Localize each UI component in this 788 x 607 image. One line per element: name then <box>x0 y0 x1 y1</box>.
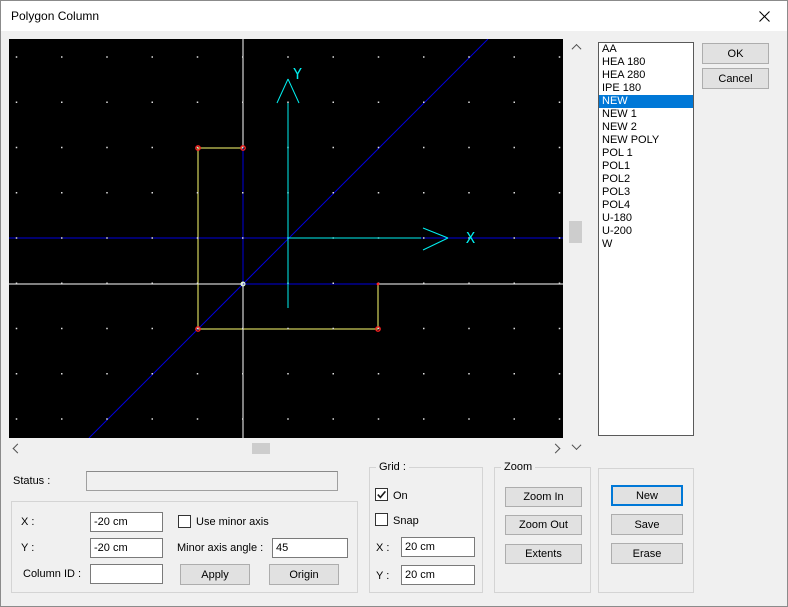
vertical-scroll-thumb[interactable] <box>569 221 582 243</box>
use-minor-axis-checkbox[interactable] <box>178 515 191 528</box>
grid-on-checkbox[interactable] <box>375 488 388 501</box>
listbox-item[interactable]: HEA 180 <box>599 56 693 69</box>
listbox-item[interactable]: NEW POLY <box>599 134 693 147</box>
listbox-item[interactable]: POL2 <box>599 173 693 186</box>
erase-button[interactable]: Erase <box>611 543 683 564</box>
grid-group: Grid : On Snap X : Y : <box>369 467 483 593</box>
close-icon <box>759 11 770 22</box>
scroll-left-button[interactable] <box>9 441 25 456</box>
new-button[interactable]: New <box>611 485 683 506</box>
scroll-down-button[interactable] <box>567 438 585 454</box>
y-label: Y : <box>21 542 34 554</box>
listbox-item[interactable]: POL1 <box>599 160 693 173</box>
window-title: Polygon Column <box>11 9 99 23</box>
status-label: Status : <box>13 475 50 487</box>
x-label: X : <box>21 516 34 528</box>
chevron-up-icon <box>571 43 581 53</box>
extents-button[interactable]: Extents <box>505 544 582 564</box>
section-listbox[interactable]: AAHEA 180HEA 280IPE 180NEWNEW 1NEW 2NEW … <box>598 42 694 436</box>
zoom-out-button[interactable]: Zoom Out <box>505 515 582 535</box>
polygon-section-drawing: XY <box>9 39 563 438</box>
listbox-item[interactable]: IPE 180 <box>599 82 693 95</box>
zoom-group: Zoom Zoom In Zoom Out Extents <box>494 467 591 593</box>
listbox-item[interactable]: POL 1 <box>599 147 693 160</box>
listbox-item[interactable]: NEW 2 <box>599 121 693 134</box>
listbox-item[interactable]: NEW <box>599 95 693 108</box>
close-button[interactable] <box>741 1 787 31</box>
ok-button[interactable]: OK <box>702 43 769 64</box>
listbox-item[interactable]: W <box>599 238 693 251</box>
chevron-down-icon <box>571 440 581 450</box>
listbox-item[interactable]: POL3 <box>599 186 693 199</box>
listbox-item[interactable]: NEW 1 <box>599 108 693 121</box>
scroll-right-button[interactable] <box>547 441 563 456</box>
cancel-button[interactable]: Cancel <box>702 68 769 89</box>
listbox-item[interactable]: AA <box>599 43 693 56</box>
grid-y-input[interactable] <box>401 565 475 585</box>
drawing-canvas[interactable]: XY <box>9 39 563 438</box>
title-bar: Polygon Column <box>1 1 787 31</box>
chevron-right-icon <box>550 444 560 454</box>
save-button[interactable]: Save <box>611 514 683 535</box>
grid-group-title: Grid : <box>376 461 409 473</box>
coordinates-group: X : Use minor axis Y : Minor axis angle … <box>11 501 358 593</box>
status-field <box>86 471 338 491</box>
listbox-item[interactable]: HEA 280 <box>599 69 693 82</box>
grid-snap-checkbox[interactable] <box>375 513 388 526</box>
chevron-left-icon <box>12 444 22 454</box>
x-input[interactable] <box>90 512 163 532</box>
origin-button[interactable]: Origin <box>269 564 339 585</box>
column-id-input[interactable] <box>90 564 163 584</box>
grid-snap-label: Snap <box>393 515 419 527</box>
listbox-item[interactable]: U-180 <box>599 212 693 225</box>
svg-text:X: X <box>466 229 475 247</box>
zoom-group-title: Zoom <box>501 461 535 473</box>
canvas-vertical-scrollbar[interactable] <box>567 39 585 454</box>
checkmark-icon <box>376 489 387 500</box>
canvas-horizontal-scrollbar[interactable] <box>9 441 563 456</box>
y-input[interactable] <box>90 538 163 558</box>
horizontal-scroll-thumb[interactable] <box>252 443 270 454</box>
grid-y-label: Y : <box>376 570 389 582</box>
minor-axis-angle-input[interactable] <box>272 538 348 558</box>
use-minor-axis-label: Use minor axis <box>196 516 269 528</box>
listbox-item[interactable]: U-200 <box>599 225 693 238</box>
column-id-label: Column ID : <box>23 568 81 580</box>
svg-text:Y: Y <box>293 65 302 83</box>
zoom-in-button[interactable]: Zoom In <box>505 487 582 507</box>
actions-group: New Save Erase <box>598 468 694 593</box>
polygon-column-dialog: Polygon Column XY AAHEA 180HEA 280IPE 18… <box>0 0 788 607</box>
scroll-up-button[interactable] <box>567 39 585 55</box>
grid-x-label: X : <box>376 542 389 554</box>
minor-axis-angle-label: Minor axis angle : <box>177 542 263 554</box>
listbox-item[interactable]: POL4 <box>599 199 693 212</box>
apply-button[interactable]: Apply <box>180 564 250 585</box>
grid-on-label: On <box>393 490 408 502</box>
grid-x-input[interactable] <box>401 537 475 557</box>
